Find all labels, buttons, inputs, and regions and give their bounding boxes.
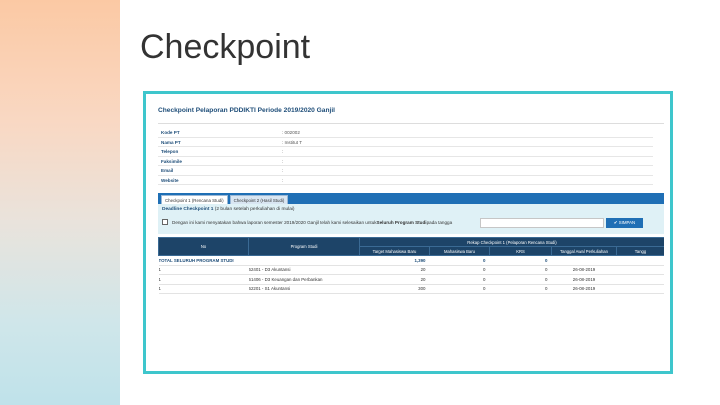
- header-krs: KRS: [489, 246, 552, 256]
- info-value: :: [282, 168, 284, 173]
- statement-row: Dengan ini kami menyatakan bahwa laporan…: [162, 219, 452, 225]
- cell-no: 1: [158, 265, 249, 275]
- cell-program: 62201 - S1 Akuntansi: [248, 284, 360, 294]
- cell-tanggal: 26-08-2019: [551, 284, 617, 294]
- info-row-website: Website :: [158, 176, 653, 185]
- cell-target: 300: [359, 284, 430, 294]
- table-row: 1 61406 - D3 Keuangan dan Perbankan 20 0…: [158, 274, 664, 285]
- date-input[interactable]: [480, 218, 604, 228]
- decorative-gradient-band: [0, 0, 120, 405]
- checkpoint-tabs: Checkpoint 1 (Rencana Studi) Checkpoint …: [158, 193, 664, 204]
- cell-no: 1: [158, 284, 249, 294]
- header-extra: Tangg: [616, 246, 664, 256]
- cell-tanggal: 26-08-2019: [551, 274, 617, 285]
- info-label: Website: [161, 177, 179, 183]
- info-value: :: [282, 177, 284, 183]
- institution-info: Kode PT : 002002 Nama PT : Institut T Te…: [158, 128, 653, 185]
- deadline-text: Deadline Checkpoint 1 (2 bulan setelah p…: [162, 207, 660, 212]
- info-row-faksimile: Faksimile :: [158, 157, 653, 166]
- deadline-note: (2 bulan setelah perkuliahan di mulai): [214, 207, 295, 212]
- total-tanggal: [551, 255, 617, 266]
- cell-extra: [616, 274, 664, 285]
- cell-tanggal: 26-08-2019: [551, 265, 617, 275]
- cell-no: 1: [158, 274, 249, 285]
- cell-krs: 0: [489, 274, 552, 285]
- cell-program: 62401 - D3 Akuntansi: [248, 265, 360, 275]
- cell-mhs-baru: 0: [429, 265, 490, 275]
- total-extra: [616, 255, 664, 266]
- cell-target: 20: [359, 274, 430, 285]
- header-tanggal: Tanggal Awal Perkuliahan: [551, 246, 617, 256]
- screenshot-frame: Checkpoint Pelaporan PDDIKTI Periode 201…: [143, 91, 673, 374]
- panel-title: Checkpoint Pelaporan PDDIKTI Periode 201…: [158, 104, 664, 124]
- info-label: Faksimile: [161, 158, 182, 164]
- save-button[interactable]: ✔ SIMPAN: [606, 218, 643, 228]
- cell-target: 20: [359, 265, 430, 275]
- info-label: Email: [161, 168, 174, 173]
- info-label: Kode PT: [161, 130, 180, 135]
- table-row: 1 62401 - D3 Akuntansi 20 0 0 26-08-2019: [158, 265, 664, 275]
- slide-title: Checkpoint: [140, 28, 311, 66]
- info-row-kode: Kode PT : 002002: [158, 128, 653, 138]
- header-program: Program Studi: [248, 237, 360, 256]
- statement-prefix: Dengan ini kami menyatakan bahwa laporan…: [172, 219, 377, 225]
- total-target: 1,390: [359, 255, 430, 266]
- cell-extra: [616, 284, 664, 294]
- info-value: :: [282, 158, 284, 164]
- confirm-checkbox[interactable]: [162, 219, 168, 225]
- info-value: : 002002: [282, 130, 300, 135]
- checkpoint-table: No Program Studi Rekap Checkpoint 1 (Pel…: [158, 237, 664, 294]
- statement-suffix: pada tangga: [426, 219, 453, 225]
- slide: Checkpoint Checkpoint Pelaporan PDDIKTI …: [0, 0, 720, 405]
- table-row-total: TOTAL SELURUH PROGRAM STUDI 1,390 0 0: [158, 255, 664, 266]
- tab-checkpoint-1[interactable]: Checkpoint 1 (Rencana Studi): [161, 195, 228, 204]
- info-value: :: [282, 149, 284, 154]
- deadline-notice: Deadline Checkpoint 1 (2 bulan setelah p…: [158, 204, 664, 234]
- header-target: Target Mahasiswa Baru: [359, 246, 430, 256]
- info-label: Telepon: [161, 149, 179, 154]
- cell-krs: 0: [489, 284, 552, 294]
- info-row-email: Email :: [158, 166, 653, 176]
- table-row: 1 62201 - S1 Akuntansi 300 0 0 26-08-201…: [158, 284, 664, 294]
- header-mhs-baru: Mahasiswa Baru: [429, 246, 490, 256]
- cell-krs: 0: [489, 265, 552, 275]
- deadline-label: Deadline Checkpoint 1: [162, 207, 214, 212]
- total-mhs-baru: 0: [429, 255, 490, 266]
- statement-bold: Seluruh Program Studi: [376, 219, 427, 225]
- total-label: TOTAL SELURUH PROGRAM STUDI: [158, 255, 360, 266]
- cell-program: 61406 - D3 Keuangan dan Perbankan: [248, 274, 360, 285]
- cell-mhs-baru: 0: [429, 284, 490, 294]
- info-value: : Institut T: [282, 139, 303, 145]
- tab-checkpoint-2[interactable]: Checkpoint 2 (Hasil Studi): [229, 195, 289, 204]
- cell-extra: [616, 265, 664, 275]
- info-row-telepon: Telepon :: [158, 147, 653, 157]
- info-label: Nama PT: [161, 139, 181, 145]
- info-row-nama: Nama PT : Institut T: [158, 138, 653, 147]
- checkpoint-panel: Checkpoint Pelaporan PDDIKTI Periode 201…: [158, 104, 664, 369]
- total-krs: 0: [489, 255, 552, 266]
- header-group: Rekap Checkpoint 1 (Pelaporan Rencana St…: [359, 237, 664, 247]
- header-no: No: [158, 237, 249, 256]
- cell-mhs-baru: 0: [429, 274, 490, 285]
